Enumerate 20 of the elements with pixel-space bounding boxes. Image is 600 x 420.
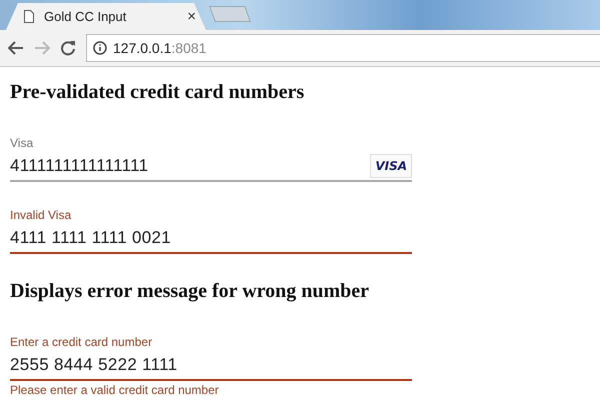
back-icon[interactable] <box>8 41 24 55</box>
card-logo: VISA <box>370 154 412 178</box>
tab-title: Gold CC Input <box>44 9 128 24</box>
section-heading: Displays error message for wrong number <box>10 280 370 303</box>
field-label: Enter a credit card number <box>10 335 154 349</box>
browser-tab[interactable]: Gold CC Input × <box>6 3 206 30</box>
address-bar[interactable]: 127.0.0.1:8081 <box>86 34 600 62</box>
field-label: Visa <box>10 136 34 150</box>
card-number-field[interactable]: 4111 1111 1111 0021 <box>10 224 412 254</box>
section-heading: Pre-validated credit card numbers <box>10 81 306 104</box>
url-host: 127.0.0.1 <box>113 40 172 56</box>
info-icon <box>93 41 107 55</box>
close-button[interactable]: × <box>187 8 196 25</box>
error-message: Please enter a valid credit card number <box>10 383 220 397</box>
page-icon <box>24 10 34 23</box>
field-label: Invalid Visa <box>10 208 72 222</box>
card-number-field[interactable]: 4111111111111111 VISA <box>10 152 412 182</box>
url-port: :8081 <box>171 40 206 56</box>
reload-icon[interactable] <box>60 40 76 56</box>
card-number-field[interactable]: 2555 8444 5222 1111 <box>10 351 412 381</box>
